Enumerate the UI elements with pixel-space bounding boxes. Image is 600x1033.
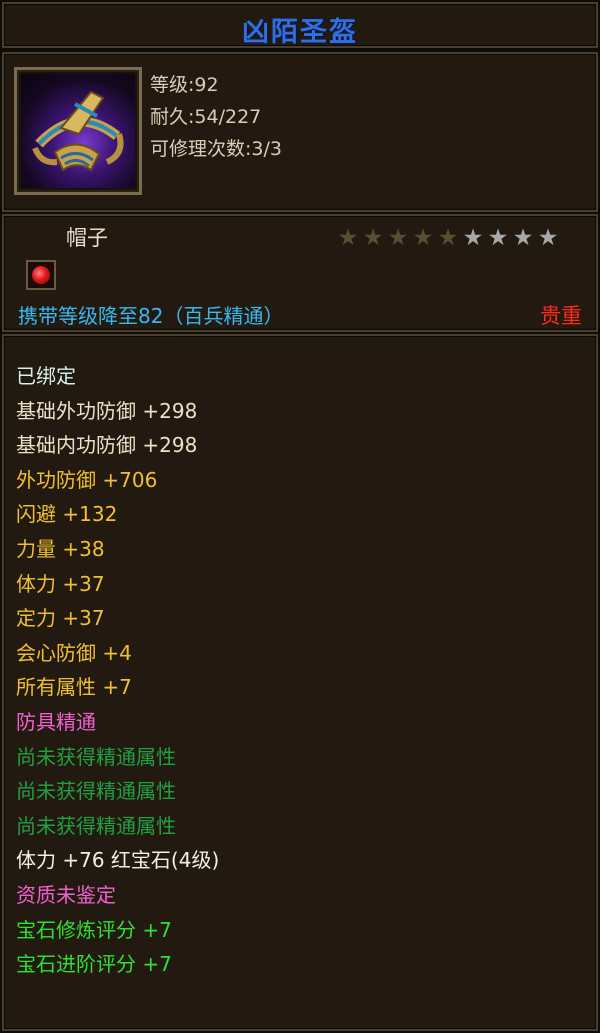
attribute-list: 已绑定基础外功防御 +298 基础内功防御 +298 外功防御 +706 闪避 +13…	[2, 334, 598, 1031]
gem-slot-icon[interactable]	[26, 260, 56, 290]
attribute-line: 尚未获得精通属性	[16, 744, 176, 769]
star-icon: ★	[462, 225, 484, 251]
item-durability: 耐久:54/227	[150, 106, 262, 128]
attribute-line: 体力 +76 红宝石(4级)	[16, 848, 220, 873]
star-rating: ★ ★ ★ ★ ★ ★ ★ ★ ★	[336, 226, 560, 250]
star-icon: ★	[387, 225, 409, 251]
star-icon: ★	[512, 225, 534, 251]
attribute-line: 体力 +37	[16, 571, 105, 596]
attribute-line: 宝石修炼评分 +7	[16, 917, 172, 942]
item-type-panel: 帽子 ★ ★ ★ ★ ★ ★ ★ ★ ★ 携带等级降至82（百兵精通） 贵重	[2, 214, 598, 332]
item-tooltip: 凶陌圣盔 等级:92 耐久:54/227 可修理次数:3/3 帽子 ★ ★ ★ …	[0, 0, 600, 1033]
attribute-line: 尚未获得精通属性	[16, 779, 176, 804]
attribute-line: 闪避 +132	[16, 502, 118, 527]
item-level: 等级:92	[150, 74, 219, 96]
item-repair-count: 可修理次数:3/3	[150, 138, 282, 160]
star-icon: ★	[487, 225, 509, 251]
title-bar: 凶陌圣盔	[2, 2, 598, 48]
attribute-line: 会心防御 +4	[16, 640, 132, 665]
attribute-line: 基础外功防御 +298	[16, 398, 198, 423]
attribute-line: 力量 +38	[16, 537, 105, 561]
attribute-line: 基础内功防御 +298	[16, 433, 198, 458]
star-icon: ★	[362, 225, 384, 251]
item-name: 凶陌圣盔	[242, 17, 358, 48]
item-icon-frame[interactable]	[14, 67, 142, 195]
star-icon: ★	[337, 225, 359, 251]
attribute-line: 定力 +37	[16, 606, 105, 631]
attribute-line: 资质未鉴定	[16, 883, 116, 907]
helmet-icon	[21, 74, 135, 188]
ruby-gem-icon	[32, 266, 50, 284]
item-type: 帽子	[66, 226, 108, 250]
star-icon: ★	[437, 225, 459, 251]
item-info-panel: 等级:92 耐久:54/227 可修理次数:3/3	[2, 52, 598, 212]
attribute-line: 防具精通	[16, 710, 96, 734]
star-icon: ★	[537, 225, 559, 251]
rarity-badge: 贵重	[540, 304, 582, 328]
carry-level-text: 携带等级降至82（百兵精通）	[18, 304, 284, 328]
attribute-line: 外功防御 +706	[16, 467, 158, 492]
attribute-line: 宝石进阶评分 +7	[16, 952, 172, 977]
star-icon: ★	[412, 225, 434, 251]
attribute-line: 尚未获得精通属性	[16, 813, 176, 838]
attribute-line: 已绑定	[16, 364, 76, 388]
attribute-line: 所有属性 +7	[16, 675, 132, 700]
